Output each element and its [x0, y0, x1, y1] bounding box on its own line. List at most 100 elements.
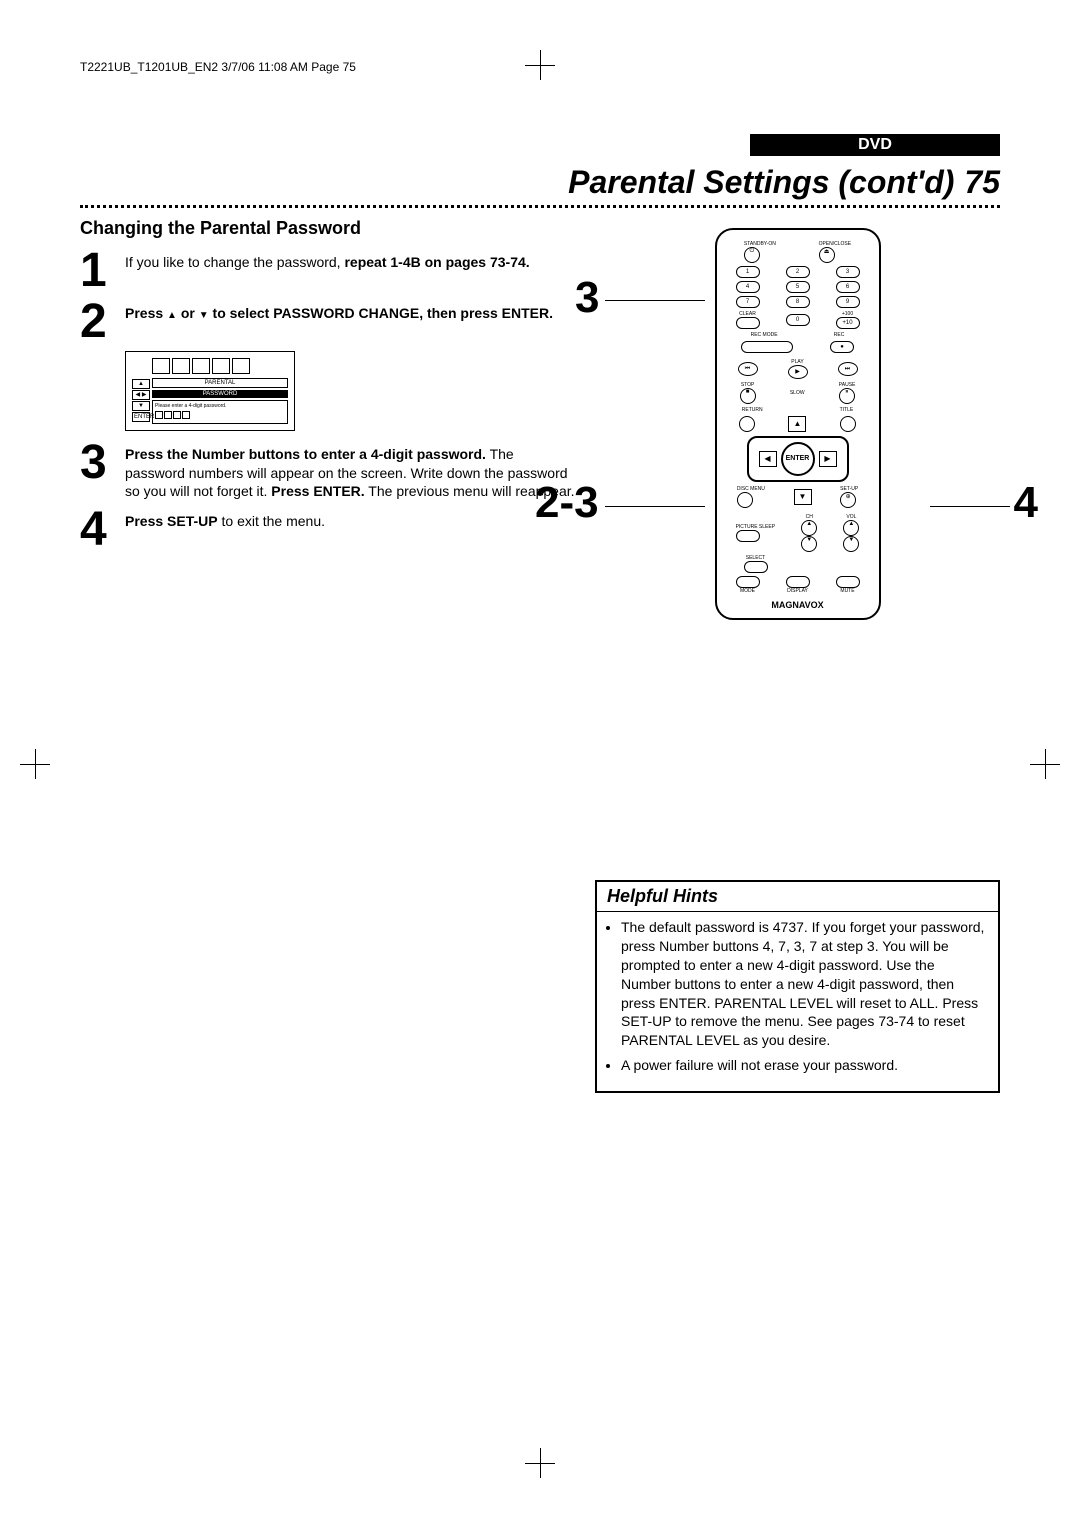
menu-icon [192, 358, 210, 374]
hint-item: The default password is 4737. If you for… [621, 918, 988, 1050]
setup-button: ⊕ [840, 492, 856, 508]
remote-return-label: RETURN [742, 407, 763, 413]
menu-prompt: Please enter a 4-digit password. [152, 400, 288, 424]
remote-mode-label: MODE [736, 588, 760, 594]
hint-item: A power failure will not erase your pass… [621, 1056, 988, 1075]
step-number-2: 2 [80, 300, 125, 343]
right-button: ▶ [819, 451, 837, 467]
skip-next-button: ⏭ [838, 362, 858, 376]
remote-pause-label: PAUSE [839, 382, 856, 388]
step-body-3: Press the Number buttons to enter a 4-di… [125, 441, 575, 500]
remote-rec-label: REC [834, 332, 845, 338]
down-button: ▼ [794, 489, 812, 505]
menu-icon [232, 358, 250, 374]
step3-text-a: Press the Number buttons to enter a 4-di… [125, 446, 486, 462]
play-button: ▶ [788, 365, 808, 379]
callout-2-3: 2-3 [535, 478, 599, 528]
page-title: Parental Settings (cont'd) [568, 164, 954, 201]
picture-button [736, 530, 760, 542]
remote-disc-label: DISC MENU [737, 486, 765, 492]
rec-button: ● [830, 341, 854, 353]
vol-up-button: ▲ [843, 520, 859, 536]
page-number: 75 [964, 164, 1000, 201]
callout-line [605, 300, 705, 301]
num-button: 2 [786, 266, 810, 278]
pause-button: ⏸ [839, 388, 855, 404]
select-button [744, 561, 768, 573]
callout-line [605, 506, 705, 507]
step-body-4: Press SET-UP to exit the menu. [125, 508, 325, 530]
menu-icon [212, 358, 230, 374]
remote-clear-label: CLEAR [736, 311, 760, 317]
mode-button [736, 576, 760, 588]
step-number-3: 3 [80, 441, 125, 484]
menu-nav: ▲ ◀ ▶ ▼ ENTER [132, 378, 150, 423]
title-button [840, 416, 856, 432]
step2-text-c: to select PASSWORD CHANGE, then press EN… [209, 305, 553, 321]
arrow-down-icon [199, 305, 209, 321]
remote-vol-label: VOL [843, 514, 859, 520]
remote-control: STANDBY-ON ⏻ OPEN/CLOSE ⏏ 1 2 3 [715, 228, 881, 620]
display-button [786, 576, 810, 588]
skip-prev-button: ⏮ [738, 362, 758, 376]
hints-title: Helpful Hints [597, 882, 998, 912]
menu-parental-label: PARENTAL [152, 378, 288, 388]
callout-4: 4 [1014, 478, 1038, 528]
step1-text-a: If you like to change the password, [125, 254, 344, 270]
remote-slow-label: SLOW [790, 390, 805, 396]
num-button: 6 [836, 281, 860, 293]
clear-button [736, 317, 760, 329]
remote-openclose-label: OPEN/CLOSE [819, 241, 852, 247]
subheading: Changing the Parental Password [80, 218, 575, 239]
password-boxes [155, 411, 285, 421]
menu-icon [172, 358, 190, 374]
remote-picture-label: PICTURE SLEEP [736, 524, 775, 530]
left-button: ◀ [759, 451, 777, 467]
step4-text-b: to exit the menu. [218, 513, 325, 529]
recmode-button [741, 341, 793, 353]
plus10-button: +10 [836, 317, 860, 329]
step1-text-b: repeat 1-4B on pages 73-74. [344, 254, 529, 270]
return-button [739, 416, 755, 432]
menu-nav-enter: ENTER [132, 412, 150, 422]
standby-button: ⏻ [744, 247, 760, 263]
up-button: ▲ [788, 416, 806, 432]
callout-line [930, 506, 1010, 507]
num-button: 9 [836, 296, 860, 308]
callout-3: 3 [575, 273, 599, 323]
remote-setup-label: SET-UP [840, 486, 858, 492]
step4-text-a: Press SET-UP [125, 513, 218, 529]
menu-password-label: PASSWORD [152, 390, 288, 398]
helpful-hints-box: Helpful Hints The default password is 47… [595, 880, 1000, 1093]
step-body-1: If you like to change the password, repe… [125, 249, 530, 271]
num-button: 1 [736, 266, 760, 278]
openclose-button: ⏏ [819, 247, 835, 263]
step-number-4: 4 [80, 508, 125, 551]
remote-play-label: PLAY [788, 359, 808, 365]
stop-button: ■ [740, 388, 756, 404]
remote-select-label: SELECT [744, 555, 768, 561]
num-button: 3 [836, 266, 860, 278]
num-button: 8 [786, 296, 810, 308]
ch-up-button: ▲ [801, 520, 817, 536]
num-button: 7 [736, 296, 760, 308]
step2-text-b: or [177, 305, 199, 321]
step2-text-a: Press [125, 305, 167, 321]
num-button: 0 [786, 314, 810, 326]
mute-button [836, 576, 860, 588]
num-button: 4 [736, 281, 760, 293]
nav-cluster: ◀ ENTER ▶ [747, 436, 849, 482]
menu-screenshot: ▲ ◀ ▶ ▼ ENTER PARENTAL PASSWORD Please e… [125, 351, 295, 431]
print-header: T2221UB_T1201UB_EN2 3/7/06 11:08 AM Page… [80, 60, 1000, 74]
remote-stop-label: STOP [740, 382, 756, 388]
remote-display-label: DISPLAY [786, 588, 810, 594]
remote-plus100-label: +100 [836, 311, 860, 317]
ch-down-button: ▼ [801, 536, 817, 552]
step-body-2: Press or to select PASSWORD CHANGE, then… [125, 300, 553, 322]
remote-brand: MAGNAVOX [723, 600, 873, 610]
step-number-1: 1 [80, 249, 125, 292]
vol-down-button: ▼ [843, 536, 859, 552]
disc-button [737, 492, 753, 508]
remote-title-label: TITLE [840, 407, 854, 413]
menu-icon [152, 358, 170, 374]
